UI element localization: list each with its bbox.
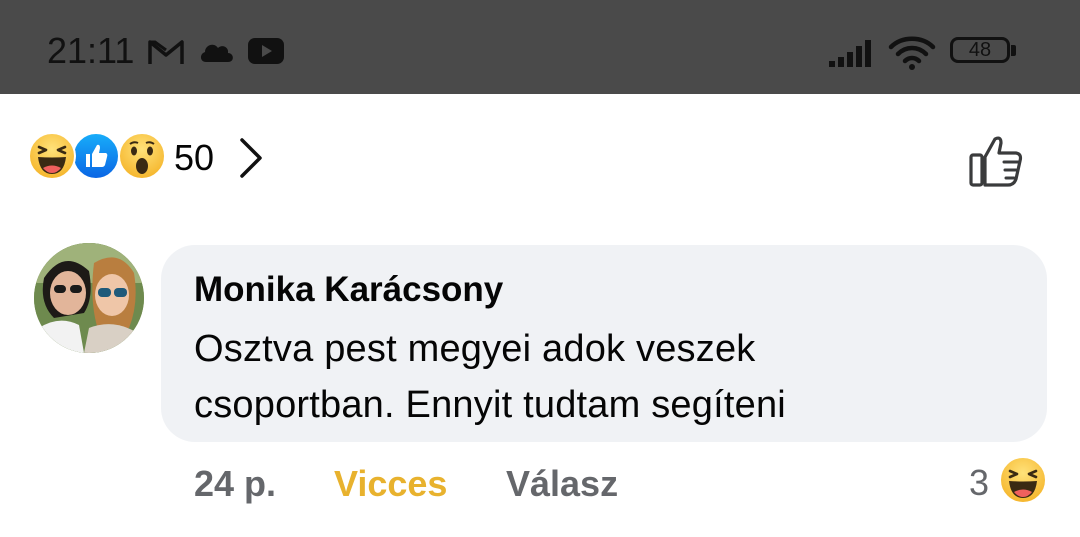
reaction-count: 50 (174, 137, 215, 178)
youtube-icon (248, 38, 284, 64)
avatar[interactable] (34, 243, 144, 353)
wifi-icon (888, 36, 936, 70)
signal-icon (829, 40, 871, 67)
status-bar: 21:11 48 (0, 0, 1080, 94)
comment-bubble: Monika Karácsony Osztva pest megyei adok… (161, 245, 1047, 442)
haha-emoji-icon (28, 132, 76, 180)
comment-text-line: csoportban. Ennyit tudtam segíteni (194, 384, 786, 426)
reaction-button[interactable]: Vicces (334, 463, 447, 505)
like-button-icon[interactable] (968, 133, 1026, 189)
comment-author[interactable]: Monika Karácsony (194, 270, 503, 310)
comment-text-line: Osztva pest megyei adok veszek (194, 328, 756, 370)
cloud-icon (200, 44, 233, 62)
chevron-right-icon (240, 138, 262, 178)
reactions-summary[interactable]: 50 (28, 132, 1052, 186)
comment-reaction-count[interactable]: 3 (969, 462, 989, 504)
battery-level: 48 (968, 39, 992, 61)
haha-emoji-icon[interactable] (999, 456, 1047, 504)
wow-emoji-icon (118, 132, 166, 180)
gmail-icon (148, 40, 184, 64)
status-time: 21:11 (47, 30, 135, 71)
comment-timestamp[interactable]: 24 p. (194, 463, 276, 505)
like-emoji-icon (72, 132, 120, 180)
comment-text: Osztva pest megyei adok veszek csoportba… (194, 321, 1014, 433)
battery-icon: 48 (950, 37, 1020, 67)
avatar-photo (34, 243, 144, 353)
reply-button[interactable]: Válasz (506, 463, 618, 505)
